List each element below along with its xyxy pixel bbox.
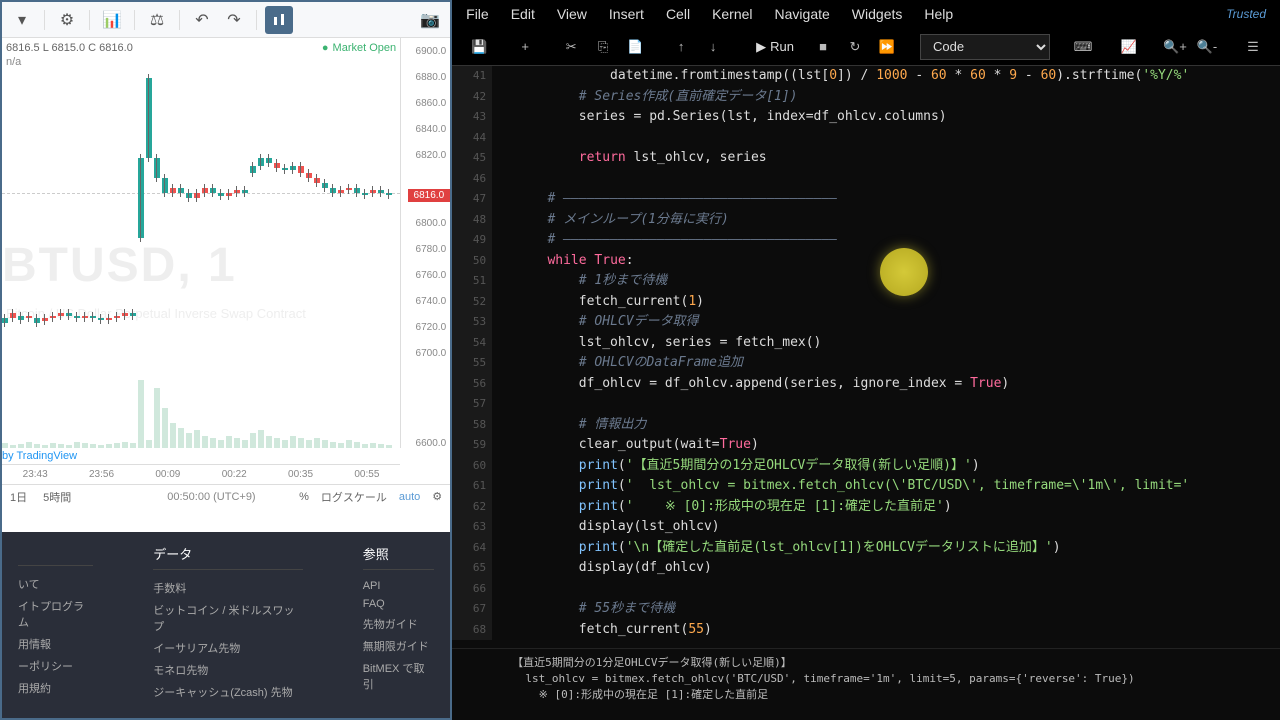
cell-output: 【直近5期間分の1分足OHLCVデータ取得(新しい足順)】 lst_ohlcv … xyxy=(452,648,1280,709)
notebook-area[interactable]: 41 42 43 44 45 46 47 48 49 50 51 52 53 5… xyxy=(452,66,1280,720)
copy-icon[interactable]: ⎘ xyxy=(590,34,616,60)
run-button[interactable]: ▶ Run xyxy=(746,34,804,60)
chart-icon[interactable]: 📈 xyxy=(1116,34,1142,60)
market-status: Market Open xyxy=(322,42,396,54)
chart-toolbar: ▾ ⚙ 📊 ⚖ ↶ ↷ 📷 xyxy=(2,2,450,38)
settings-icon[interactable]: ⚙ xyxy=(53,6,81,34)
menu-navigate[interactable]: Navigate xyxy=(775,6,830,22)
price-axis: 6900.0 6880.0 6860.0 6840.0 6820.0 6816.… xyxy=(400,38,450,448)
fullscreen-icon[interactable]: ⤢ xyxy=(1259,0,1272,2)
jupyter-menu-bar: File Edit View Insert Cell Kernel Naviga… xyxy=(452,0,1280,28)
code-cell[interactable]: 41 42 43 44 45 46 47 48 49 50 51 52 53 5… xyxy=(452,66,1280,640)
menu-widgets[interactable]: Widgets xyxy=(852,6,903,22)
chart-type-candle-icon[interactable] xyxy=(265,6,293,34)
menu-cell[interactable]: Cell xyxy=(666,6,690,22)
site-footer: いて イトプログラム 用情報 ーポリシー 用規約 データ 手数料 ビットコイン … xyxy=(2,532,450,718)
redo-icon[interactable]: ↷ xyxy=(220,6,248,34)
paste-icon[interactable]: 📄 xyxy=(622,34,648,60)
jupyter-toolbar: 💾 + ✂ ⎘ 📄 ↑ ↓ ▶ Run ■ ↻ ⏩ Code ⌨ 📈 🔍+ 🔍- xyxy=(452,28,1280,66)
menu-view[interactable]: View xyxy=(557,6,587,22)
cut-icon[interactable]: ✂ xyxy=(558,34,584,60)
tradingview-link[interactable]: by TradingView xyxy=(2,450,77,462)
table-icon[interactable]: ☰ xyxy=(1240,34,1266,60)
command-palette-icon[interactable]: ⌨ xyxy=(1070,34,1096,60)
restart-icon[interactable]: ↻ xyxy=(842,34,868,60)
chart-bottom-bar: 1日 5時間 00:50:00 (UTC+9) % ログスケール auto ⚙ xyxy=(2,484,450,508)
camera-icon[interactable]: 📷 xyxy=(416,6,444,34)
candlestick-chart: BTUSD, 1 Bitcoin / US Dollar Perpetual I… xyxy=(2,58,400,448)
jupyter-notebook-panel: File Edit View Insert Cell Kernel Naviga… xyxy=(452,0,1280,720)
restart-run-all-icon[interactable]: ⏩ xyxy=(874,34,900,60)
stop-icon[interactable]: ■ xyxy=(810,34,836,60)
menu-edit[interactable]: Edit xyxy=(511,6,535,22)
move-down-icon[interactable]: ↓ xyxy=(700,34,726,60)
indicators-icon[interactable]: 📊 xyxy=(98,6,126,34)
zoom-out-icon[interactable]: 🔍- xyxy=(1194,34,1220,60)
chart-area[interactable]: 6816.5 L 6815.0 C 6816.0 n/a Market Open… xyxy=(2,38,450,532)
undo-icon[interactable]: ↶ xyxy=(188,6,216,34)
gear-icon[interactable]: ⚙ xyxy=(432,490,442,503)
menu-insert[interactable]: Insert xyxy=(609,6,644,22)
compare-icon[interactable]: ⚖ xyxy=(143,6,171,34)
trading-chart-panel: ⤢ ▾ ⚙ 📊 ⚖ ↶ ↷ 📷 6816.5 L 6815.0 C 6816.0… xyxy=(0,0,452,720)
cell-type-select[interactable]: Code xyxy=(920,34,1050,60)
current-price-badge: 6816.0 xyxy=(408,189,451,202)
time-axis: 23:43 23:56 00:09 00:22 00:35 00:55 xyxy=(2,464,400,484)
interval-button[interactable]: ▾ xyxy=(8,6,36,34)
zoom-in-icon[interactable]: 🔍+ xyxy=(1162,34,1188,60)
trusted-indicator: Trusted xyxy=(1226,7,1266,21)
ohlc-info: 6816.5 L 6815.0 C 6816.0 n/a xyxy=(6,42,133,68)
cursor-highlight xyxy=(880,248,928,296)
chart-watermark: BTUSD, 1 xyxy=(2,238,237,293)
add-cell-icon[interactable]: + xyxy=(512,34,538,60)
move-up-icon[interactable]: ↑ xyxy=(668,34,694,60)
menu-file[interactable]: File xyxy=(466,6,489,22)
menu-kernel[interactable]: Kernel xyxy=(712,6,752,22)
menu-help[interactable]: Help xyxy=(924,6,953,22)
save-icon[interactable]: 💾 xyxy=(466,34,492,60)
